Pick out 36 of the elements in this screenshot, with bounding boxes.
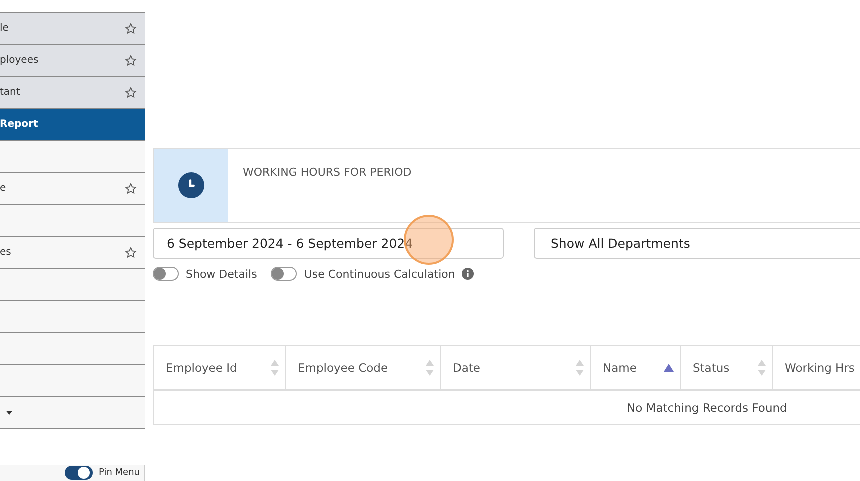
toggle-switch[interactable] bbox=[153, 267, 179, 281]
column-header[interactable]: Employee Code bbox=[286, 346, 441, 389]
toggle-label: Show Details bbox=[186, 268, 258, 280]
toggle-switch[interactable] bbox=[271, 267, 298, 281]
star-icon[interactable] bbox=[125, 182, 137, 194]
sidebar-item[interactable]: le bbox=[0, 12, 145, 45]
column-header[interactable]: Date bbox=[441, 346, 591, 389]
star-icon[interactable] bbox=[125, 86, 137, 98]
sidebar-item[interactable]: e bbox=[0, 173, 145, 205]
column-header[interactable]: Employee Id bbox=[154, 346, 286, 389]
sidebar-item[interactable] bbox=[0, 205, 145, 237]
sidebar-item[interactable]: ployees bbox=[0, 45, 145, 77]
sidebar-item[interactable]: tant bbox=[0, 77, 145, 109]
toggle-label: Pin Menu bbox=[98, 468, 140, 478]
sidebar-item[interactable] bbox=[0, 333, 145, 365]
sidebar-item[interactable]: es bbox=[0, 237, 145, 269]
column-header[interactable]: Status bbox=[681, 346, 773, 389]
star-icon[interactable] bbox=[125, 54, 137, 66]
column-header[interactable]: Name bbox=[591, 346, 681, 389]
toggle-label: Use Continuous Calculation bbox=[304, 268, 456, 280]
toggle-switch[interactable] bbox=[64, 466, 93, 480]
column-header[interactable]: Working Hrs bbox=[773, 346, 860, 389]
sidebar-item[interactable] bbox=[0, 141, 145, 173]
sidebar-item[interactable] bbox=[0, 365, 145, 397]
card-title: WORKING HOURS FOR PERIOD bbox=[242, 165, 412, 181]
department-dropdown[interactable]: Show All Departments bbox=[534, 228, 860, 259]
sidebar-item[interactable] bbox=[0, 269, 145, 301]
clock-icon bbox=[178, 172, 204, 199]
info-icon[interactable] bbox=[462, 268, 474, 280]
sidebar-item[interactable] bbox=[0, 397, 145, 429]
caret-icon bbox=[6, 410, 13, 414]
star-icon[interactable] bbox=[125, 246, 137, 258]
sidebar-item[interactable]: Report bbox=[0, 109, 145, 141]
star-icon[interactable] bbox=[125, 22, 137, 34]
sidebar-item[interactable] bbox=[0, 301, 145, 333]
empty-message: No Matching Records Found bbox=[627, 400, 788, 414]
